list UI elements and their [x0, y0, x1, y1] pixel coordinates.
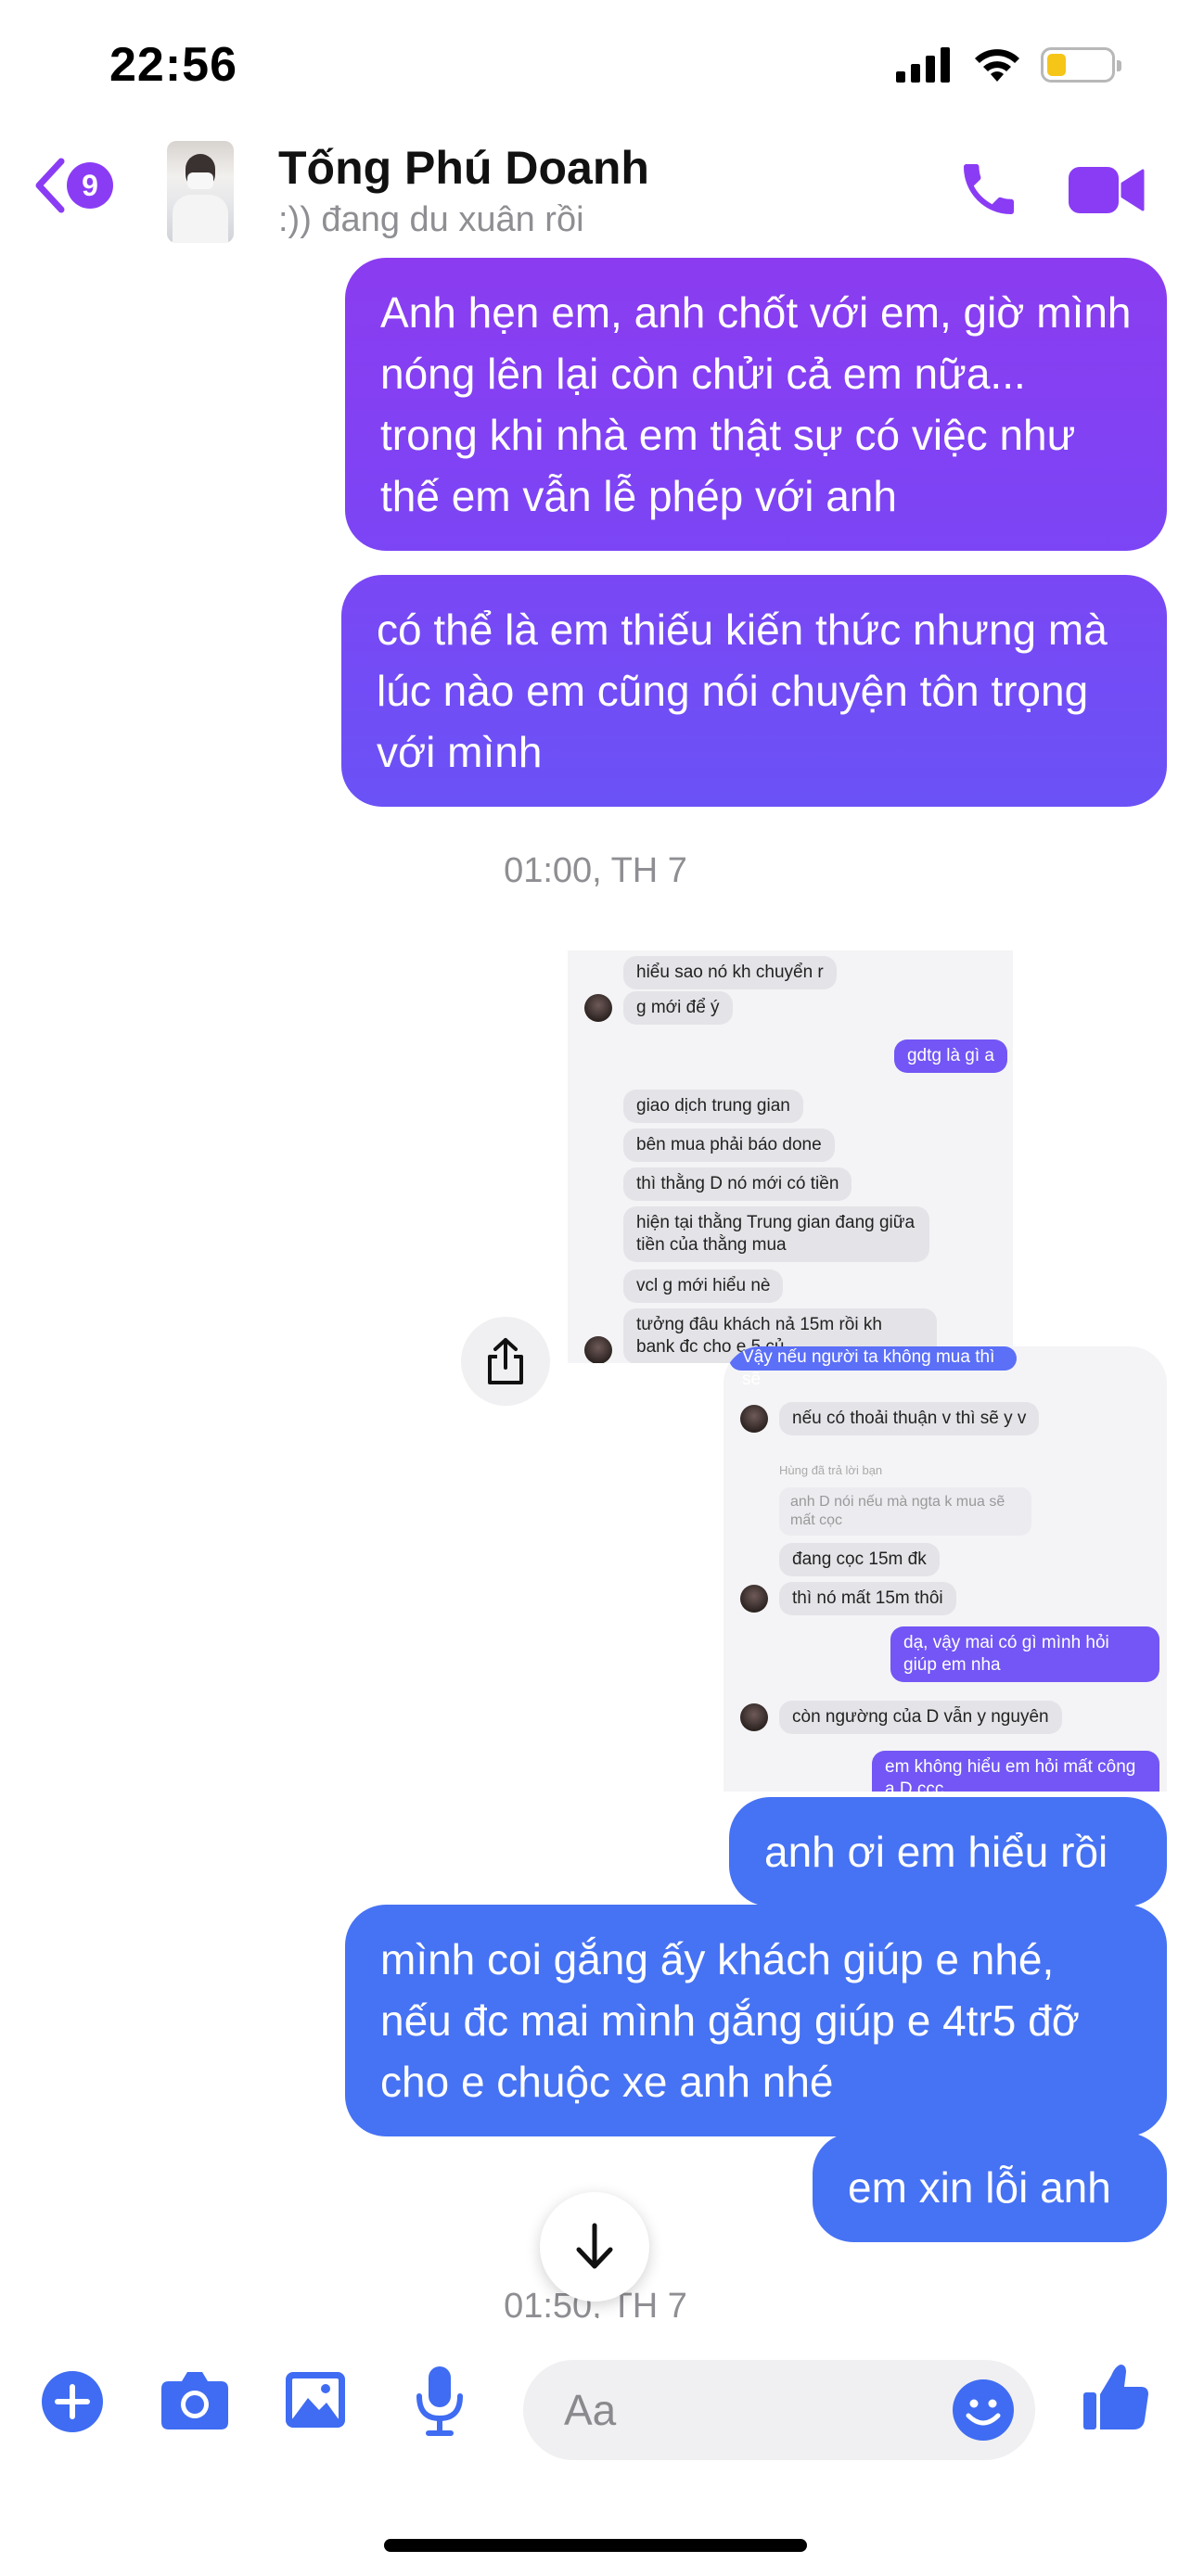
outgoing-message[interactable]: mình coi gắng ấy khách giúp e nhé, nếu đ… [345, 1905, 1167, 2136]
image-text: còn ngường của D vẫn y nguyên [779, 1701, 1062, 1734]
contact-status: :)) đang du xuân rồi [278, 200, 584, 239]
emoji-icon[interactable] [952, 2378, 1015, 2442]
cellular-signal-icon [896, 47, 950, 83]
image-text: hiểu sao nó kh chuyển r [623, 956, 837, 989]
chevron-left-icon [35, 158, 65, 213]
image-text: bên mua phải báo done [623, 1129, 835, 1162]
timestamp: 01:00, TH 7 [504, 851, 687, 890]
battery-level [1047, 54, 1066, 76]
image-text: gdtg là gì a [893, 1039, 1007, 1073]
conversation-header: 9 Tống Phú Doanh :)) đang du xuân rồi [0, 130, 1191, 260]
camera-icon[interactable] [160, 2368, 230, 2431]
plus-icon[interactable] [41, 2370, 104, 2433]
image-text: giao dịch trung gian [623, 1090, 803, 1123]
arrow-down-icon [576, 2223, 613, 2269]
image-text: thì thằng D nó mới có tiền [623, 1167, 852, 1201]
composer-toolbar [0, 2318, 1191, 2504]
image-text: Hùng đã trả lời bạn [779, 1463, 883, 1477]
home-indicator [384, 2539, 807, 2552]
video-call-icon[interactable] [1069, 163, 1145, 217]
outgoing-message[interactable]: Anh hẹn em, anh chốt với em, giờ mình nó… [345, 258, 1167, 551]
image-text: Vậy nếu người ta không mua thì sẽ [729, 1346, 1017, 1389]
image-text: thì nó mất 15m thôi [779, 1582, 956, 1615]
avatar[interactable] [167, 141, 234, 243]
phone-call-icon[interactable] [955, 156, 1022, 223]
image-text: anh D nói nếu mà ngta k mua sẽ mất cọc [779, 1487, 1031, 1536]
outgoing-message[interactable]: anh ơi em hiểu rồi [729, 1797, 1167, 1906]
back-button[interactable]: 9 [33, 158, 113, 213]
thumbs-up-icon[interactable] [1082, 2361, 1150, 2431]
wifi-icon [975, 49, 1019, 82]
scroll-to-bottom-button[interactable] [540, 2192, 649, 2302]
message-input[interactable] [564, 2360, 935, 2460]
gallery-icon[interactable] [284, 2370, 347, 2429]
microphone-icon[interactable] [414, 2365, 466, 2437]
status-icons [896, 46, 1121, 83]
contact-name[interactable]: Tống Phú Doanh [278, 141, 649, 195]
message-input-container [523, 2360, 1035, 2460]
image-text: em không hiểu em hỏi mất công a D.ccc [872, 1751, 1159, 1792]
image-text: nếu có thoải thuận v thì sẽ y v [779, 1402, 1040, 1435]
image-text: vcl g mới hiểu nè [623, 1269, 784, 1303]
share-button[interactable] [461, 1317, 550, 1406]
battery-icon [1041, 47, 1121, 83]
share-icon [488, 1338, 523, 1384]
image-text: g mới để ý [623, 991, 733, 1025]
image-text: đang cọc 15m đk [779, 1543, 940, 1576]
image-text: dạ, vậy mai có gì mình hỏi giúp em nha [890, 1626, 1159, 1682]
shared-image[interactable]: hiểu sao nó kh chuyển r g mới để ý gdtg … [568, 950, 1013, 1363]
shared-image[interactable]: Vậy nếu người ta không mua thì sẽ nếu có… [724, 1346, 1167, 1792]
status-time: 22:56 [109, 38, 237, 92]
unread-count-badge: 9 [67, 162, 113, 209]
image-text: hiện tại thằng Trung gian đang giữa tiền… [623, 1206, 929, 1262]
outgoing-message[interactable]: em xin lỗi anh [813, 2133, 1167, 2242]
outgoing-message[interactable]: có thể là em thiếu kiến thức nhưng mà lú… [341, 575, 1167, 807]
